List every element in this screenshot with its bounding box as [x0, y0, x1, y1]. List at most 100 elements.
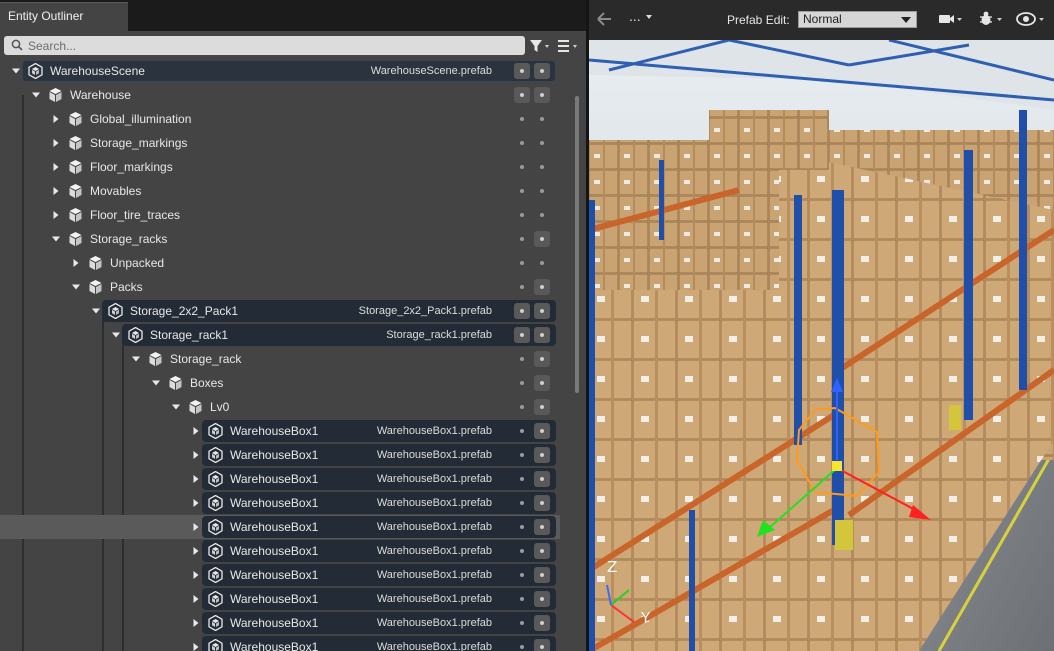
- tree-row[interactable]: WarehouseBox1 WarehouseBox1.prefab: [0, 539, 560, 563]
- visibility-toggle[interactable]: [534, 207, 550, 223]
- lock-toggle[interactable]: [514, 303, 530, 319]
- tree-row[interactable]: Storage_rack1 Storage_rack1.prefab: [0, 323, 560, 347]
- visibility-toggle[interactable]: [534, 447, 550, 463]
- tree-row[interactable]: Boxes: [0, 371, 560, 395]
- visibility-toggle[interactable]: [534, 639, 550, 651]
- tree-row[interactable]: Global_illumination: [0, 107, 560, 131]
- caret-down-icon[interactable]: [132, 355, 140, 363]
- visibility-toggle[interactable]: [534, 135, 550, 151]
- lock-toggle[interactable]: [514, 423, 530, 439]
- tree-row[interactable]: Storage_rack: [0, 347, 560, 371]
- caret-right-icon[interactable]: [52, 163, 60, 171]
- camera-icon[interactable]: [938, 9, 966, 29]
- tree-row[interactable]: Storage_racks: [0, 227, 560, 251]
- tab-entity-outliner[interactable]: Entity Outliner: [0, 2, 128, 31]
- back-arrow-icon[interactable]: [595, 10, 613, 28]
- tree-row[interactable]: WarehouseBox1 WarehouseBox1.prefab: [0, 563, 560, 587]
- visibility-toggle[interactable]: [534, 63, 550, 79]
- visibility-toggle[interactable]: [534, 591, 550, 607]
- lock-toggle[interactable]: [514, 159, 530, 175]
- caret-right-icon[interactable]: [192, 427, 200, 435]
- lock-toggle[interactable]: [514, 327, 530, 343]
- hamburger-menu-icon[interactable]: [556, 37, 582, 55]
- caret-right-icon[interactable]: [192, 475, 200, 483]
- lock-toggle[interactable]: [514, 207, 530, 223]
- visibility-eye-icon[interactable]: [1016, 9, 1048, 29]
- caret-right-icon[interactable]: [52, 187, 60, 195]
- caret-down-icon[interactable]: [92, 307, 100, 315]
- tree-row[interactable]: Packs: [0, 275, 560, 299]
- caret-down-icon[interactable]: [52, 235, 60, 243]
- tree-row[interactable]: WarehouseScene WarehouseScene.prefab: [0, 59, 560, 83]
- caret-down-icon[interactable]: [152, 379, 160, 387]
- caret-right-icon[interactable]: [52, 115, 60, 123]
- tree-row[interactable]: WarehouseBox1 WarehouseBox1.prefab: [0, 467, 560, 491]
- tree-row[interactable]: WarehouseBox1 WarehouseBox1.prefab: [0, 419, 560, 443]
- lock-toggle[interactable]: [514, 135, 530, 151]
- tree-row[interactable]: Warehouse: [0, 83, 560, 107]
- tree-row[interactable]: WarehouseBox1 WarehouseBox1.prefab: [0, 611, 560, 635]
- tree-row[interactable]: WarehouseBox1 WarehouseBox1.prefab: [0, 515, 560, 539]
- visibility-toggle[interactable]: [534, 399, 550, 415]
- caret-right-icon[interactable]: [192, 595, 200, 603]
- debug-bug-icon[interactable]: [978, 9, 1006, 29]
- lock-toggle[interactable]: [514, 543, 530, 559]
- visibility-toggle[interactable]: [534, 471, 550, 487]
- caret-right-icon[interactable]: [52, 211, 60, 219]
- visibility-toggle[interactable]: [534, 255, 550, 271]
- more-options-button[interactable]: ...: [629, 8, 653, 26]
- visibility-toggle[interactable]: [534, 159, 550, 175]
- lock-toggle[interactable]: [514, 639, 530, 651]
- caret-right-icon[interactable]: [192, 643, 200, 651]
- warehouse-scene-render[interactable]: [589, 40, 1054, 651]
- tree-row[interactable]: Storage_2x2_Pack1 Storage_2x2_Pack1.prefa…: [0, 299, 560, 323]
- visibility-toggle[interactable]: [534, 327, 550, 343]
- visibility-toggle[interactable]: [534, 495, 550, 511]
- tree-row[interactable]: Movables: [0, 179, 560, 203]
- visibility-toggle[interactable]: [534, 567, 550, 583]
- caret-right-icon[interactable]: [192, 547, 200, 555]
- lock-toggle[interactable]: [514, 495, 530, 511]
- visibility-toggle[interactable]: [534, 279, 550, 295]
- visibility-toggle[interactable]: [534, 543, 550, 559]
- caret-right-icon[interactable]: [52, 139, 60, 147]
- search-input[interactable]: [28, 36, 518, 55]
- caret-down-icon[interactable]: [12, 67, 20, 75]
- caret-down-icon[interactable]: [32, 91, 40, 99]
- lock-toggle[interactable]: [514, 111, 530, 127]
- lock-toggle[interactable]: [514, 447, 530, 463]
- caret-right-icon[interactable]: [72, 259, 80, 267]
- visibility-toggle[interactable]: [534, 519, 550, 535]
- lock-toggle[interactable]: [514, 87, 530, 103]
- lock-toggle[interactable]: [514, 615, 530, 631]
- prefab-edit-dropdown[interactable]: Normal: [798, 11, 917, 28]
- lock-toggle[interactable]: [514, 255, 530, 271]
- visibility-toggle[interactable]: [534, 87, 550, 103]
- visibility-toggle[interactable]: [534, 351, 550, 367]
- tree-row[interactable]: Unpacked: [0, 251, 560, 275]
- visibility-toggle[interactable]: [534, 423, 550, 439]
- lock-toggle[interactable]: [514, 471, 530, 487]
- lock-toggle[interactable]: [514, 351, 530, 367]
- visibility-toggle[interactable]: [534, 303, 550, 319]
- tree-row[interactable]: Storage_markings: [0, 131, 560, 155]
- tree-scrollbar[interactable]: [575, 96, 579, 393]
- caret-down-icon[interactable]: [112, 331, 120, 339]
- tree-row[interactable]: WarehouseBox1 WarehouseBox1.prefab: [0, 491, 560, 515]
- caret-right-icon[interactable]: [192, 523, 200, 531]
- lock-toggle[interactable]: [514, 519, 530, 535]
- caret-down-icon[interactable]: [72, 283, 80, 291]
- tree-row[interactable]: Lv0: [0, 395, 560, 419]
- visibility-toggle[interactable]: [534, 231, 550, 247]
- caret-down-icon[interactable]: [172, 403, 180, 411]
- caret-right-icon[interactable]: [192, 451, 200, 459]
- lock-toggle[interactable]: [514, 231, 530, 247]
- caret-right-icon[interactable]: [192, 499, 200, 507]
- lock-toggle[interactable]: [514, 63, 530, 79]
- caret-right-icon[interactable]: [192, 619, 200, 627]
- tree-row[interactable]: WarehouseBox1 WarehouseBox1.prefab: [0, 635, 560, 651]
- tree-row[interactable]: WarehouseBox1 WarehouseBox1.prefab: [0, 443, 560, 467]
- lock-toggle[interactable]: [514, 375, 530, 391]
- caret-right-icon[interactable]: [192, 571, 200, 579]
- tree-row[interactable]: Floor_tire_traces: [0, 203, 560, 227]
